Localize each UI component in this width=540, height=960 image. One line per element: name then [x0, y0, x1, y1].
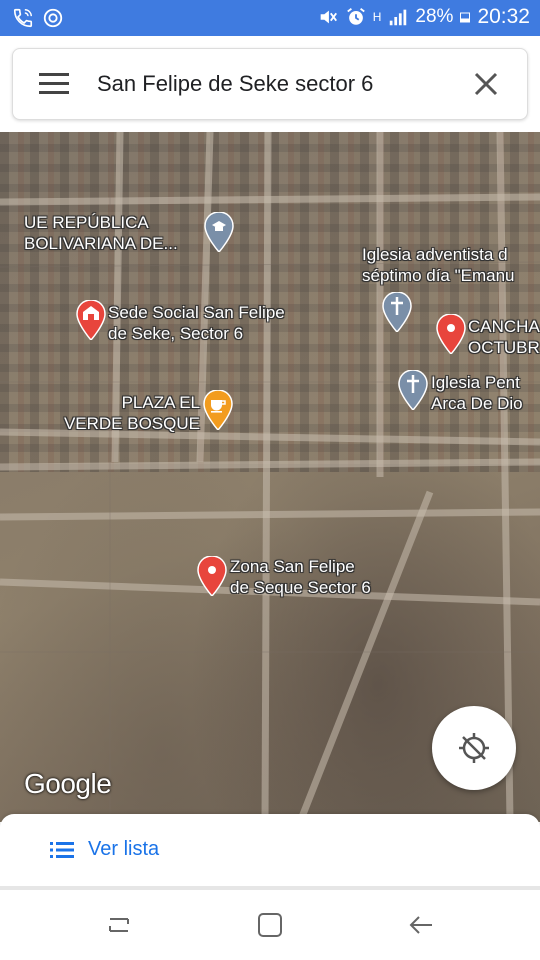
network-type: H — [372, 10, 382, 24]
place-label-cancha[interactable]: CANCHA OCTUBR — [468, 316, 540, 358]
phone-call-icon — [13, 8, 33, 28]
search-query[interactable]: San Felipe de Seke sector 6 — [97, 71, 373, 97]
target-icon — [43, 8, 63, 28]
my-location-button[interactable] — [432, 706, 516, 790]
place-label-adventist-church[interactable]: Iglesia adventista d séptimo día "Emanu — [362, 244, 515, 286]
view-list-label: Ver lista — [88, 838, 160, 860]
view-list-button[interactable]: Ver lista — [50, 838, 159, 861]
back-icon[interactable] — [406, 910, 436, 940]
location-off-icon — [459, 733, 489, 763]
bottom-sheet[interactable]: Ver lista — [0, 814, 540, 888]
google-logo: Google — [24, 768, 112, 799]
recent-apps-icon[interactable] — [104, 910, 134, 940]
navigation-bar — [0, 890, 540, 960]
mute-icon — [320, 10, 337, 24]
alarm-icon — [346, 8, 365, 25]
home-icon[interactable] — [255, 910, 285, 940]
place-label-zona[interactable]: Zona San Felipe de Seque Sector 6 — [230, 556, 371, 598]
place-label-school[interactable]: UE REPÚBLICA BOLIVARIANA DE... — [24, 212, 178, 254]
search-bar[interactable]: San Felipe de Seke sector 6 — [12, 48, 528, 120]
civic-building-icon[interactable] — [76, 300, 106, 340]
place-label-plaza[interactable]: PLAZA EL VERDE BOSQUE — [50, 392, 200, 434]
location-pin-icon[interactable] — [197, 556, 227, 596]
list-icon — [50, 841, 74, 858]
close-icon[interactable] — [473, 71, 499, 97]
location-pin-icon[interactable] — [436, 314, 466, 354]
signal-icon — [390, 9, 407, 26]
school-icon[interactable] — [204, 212, 234, 252]
cafe-icon[interactable] — [203, 390, 233, 430]
battery-level: 28% — [415, 6, 454, 27]
menu-icon[interactable] — [39, 73, 69, 95]
place-label-pentecostal-church[interactable]: Iglesia Pent Arca De Dio — [431, 372, 523, 414]
status-bar: H 28% 20:32 — [0, 0, 540, 36]
church-icon[interactable] — [382, 292, 412, 332]
clock: 20:32 — [477, 5, 530, 28]
battery-icon — [460, 12, 471, 23]
church-icon[interactable] — [398, 370, 428, 410]
satellite-map[interactable]: UE REPÚBLICA BOLIVARIANA DE... Iglesia a… — [0, 132, 540, 822]
place-label-sede-social[interactable]: Sede Social San Felipe de Seke, Sector 6 — [108, 302, 285, 344]
